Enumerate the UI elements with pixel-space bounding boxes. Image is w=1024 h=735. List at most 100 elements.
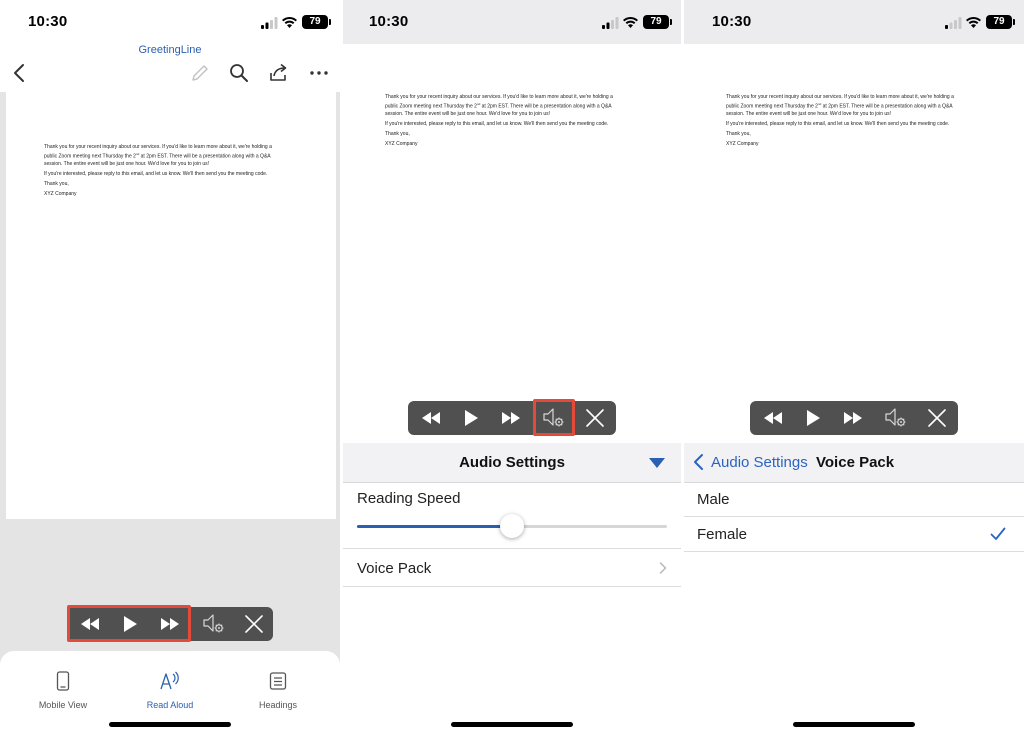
voice-option-female[interactable]: Female [684,517,1024,551]
voice-option-label: Male [697,491,730,508]
doc-signature: XYZ Company [385,140,418,147]
battery-indicator: 79 [986,15,1015,29]
home-indicator [451,722,573,727]
voice-pack-row[interactable]: Voice Pack [343,549,681,586]
close-reader-button[interactable] [576,401,614,435]
speaker-settings-icon [543,408,564,427]
checkmark-icon [990,527,1006,540]
close-icon [586,409,604,427]
audio-settings-title: Audio Settings [459,454,565,471]
play-icon [807,410,820,426]
reading-speed-thumb[interactable] [500,514,524,538]
back-button[interactable]: Audio Settings [692,452,810,474]
doc-paragraph-2: If you're interested, please reply to th… [44,170,268,177]
wifi-icon [966,16,981,28]
fast-forward-icon [502,412,520,424]
rewind-button[interactable] [412,401,450,435]
speaker-settings-icon [203,614,224,633]
doc-signature: XYZ Company [726,140,759,147]
voice-option-label: Female [697,526,748,543]
audio-settings-button[interactable] [534,401,574,435]
status-bar: 10:30 79 [0,0,340,44]
bottom-tab-bar: Mobile View Read Aloud Headings [0,651,340,735]
play-button[interactable] [794,401,832,435]
tab-mobile-view[interactable]: Mobile View [18,671,108,710]
status-bar: 10:30 79 [343,0,681,44]
status-time: 10:30 [28,13,68,30]
audio-settings-button[interactable] [876,401,916,435]
tab-label: Headings [258,700,298,710]
doc-line-3: session. The entire event will be just o… [44,160,210,167]
home-indicator [793,722,915,727]
cellular-signal-icon [602,17,619,29]
back-chevron-icon[interactable] [9,62,31,84]
rewind-button[interactable] [71,607,109,641]
status-bar: 10:30 79 [684,0,1024,44]
rewind-icon [764,412,782,424]
doc-paragraph-2: If you're interested, please reply to th… [726,120,950,127]
phone-icon [56,671,70,691]
home-indicator [109,722,231,727]
read-aloud-controller [408,401,616,435]
cellular-signal-icon [261,17,278,29]
play-icon [124,616,137,632]
voice-option-male[interactable]: Male [684,483,1024,517]
reading-speed-slider[interactable] [357,514,667,538]
doc-line-2b: at 2pm EST. There will be a presentation… [480,103,612,110]
read-aloud-icon [160,671,179,690]
battery-indicator: 79 [643,15,672,29]
edit-pencil-icon[interactable] [189,62,211,84]
fast-forward-icon [161,618,179,630]
doc-line-2a: public Zoom meeting next Thursday the 2 [44,153,136,160]
doc-closing: Thank you, [726,130,751,137]
document-body: Thank you for your recent inquiry about … [44,144,314,201]
play-button[interactable] [452,401,490,435]
fast-forward-button[interactable] [834,401,872,435]
wifi-icon [623,16,638,28]
tab-headings[interactable]: Headings [233,671,323,710]
panel-audio-settings: 10:30 79 Thank you for your recent inqui… [343,0,681,735]
document-header: 10:30 79 GreetingLine [0,0,340,92]
status-time: 10:30 [712,13,752,30]
document-body: Thank you for your recent inquiry about … [726,94,988,151]
rewind-button[interactable] [754,401,792,435]
tab-label: Mobile View [38,700,88,710]
panel-voice-pack: 10:30 79 Thank you for your recent inqui… [684,0,1024,735]
close-reader-button[interactable] [235,607,273,641]
close-reader-button[interactable] [918,401,956,435]
document-title: GreetingLine [138,44,202,56]
collapse-triangle-icon[interactable] [649,458,665,468]
document-body: Thank you for your recent inquiry about … [385,94,647,151]
status-time: 10:30 [369,13,409,30]
chevron-left-icon [694,454,703,470]
read-aloud-controller [67,607,273,641]
doc-closing: Thank you, [44,180,69,187]
audio-settings-button[interactable] [195,607,233,641]
tab-read-aloud[interactable]: Read Aloud [125,671,215,710]
document-page: Thank you for your recent inquiry about … [6,92,336,519]
separator [343,586,681,587]
doc-line-2b: at 2pm EST. There will be a presentation… [139,153,271,160]
voice-pack-title: Voice Pack [816,454,895,471]
headings-icon [269,672,287,690]
reading-speed-label: Reading Speed [357,490,461,507]
doc-closing: Thank you, [385,130,410,137]
separator [684,551,1024,552]
fast-forward-button[interactable] [492,401,530,435]
share-icon[interactable] [268,62,290,84]
doc-line-1: Thank you for your recent inquiry about … [385,94,613,100]
tab-label: Read Aloud [146,700,194,710]
audio-settings-header: Audio Settings [343,443,681,483]
battery-indicator: 79 [302,15,331,29]
doc-line-1: Thank you for your recent inquiry about … [726,94,954,100]
play-button[interactable] [111,607,149,641]
chevron-right-icon [659,562,667,574]
fast-forward-button[interactable] [151,607,189,641]
doc-paragraph-2: If you're interested, please reply to th… [385,120,609,127]
rewind-icon [422,412,440,424]
more-options-icon[interactable] [308,62,330,84]
voice-pack-label: Voice Pack [357,560,432,577]
back-label: Audio Settings [711,454,808,471]
search-icon[interactable] [228,62,250,84]
doc-line-2b: at 2pm EST. There will be a presentation… [821,103,953,110]
